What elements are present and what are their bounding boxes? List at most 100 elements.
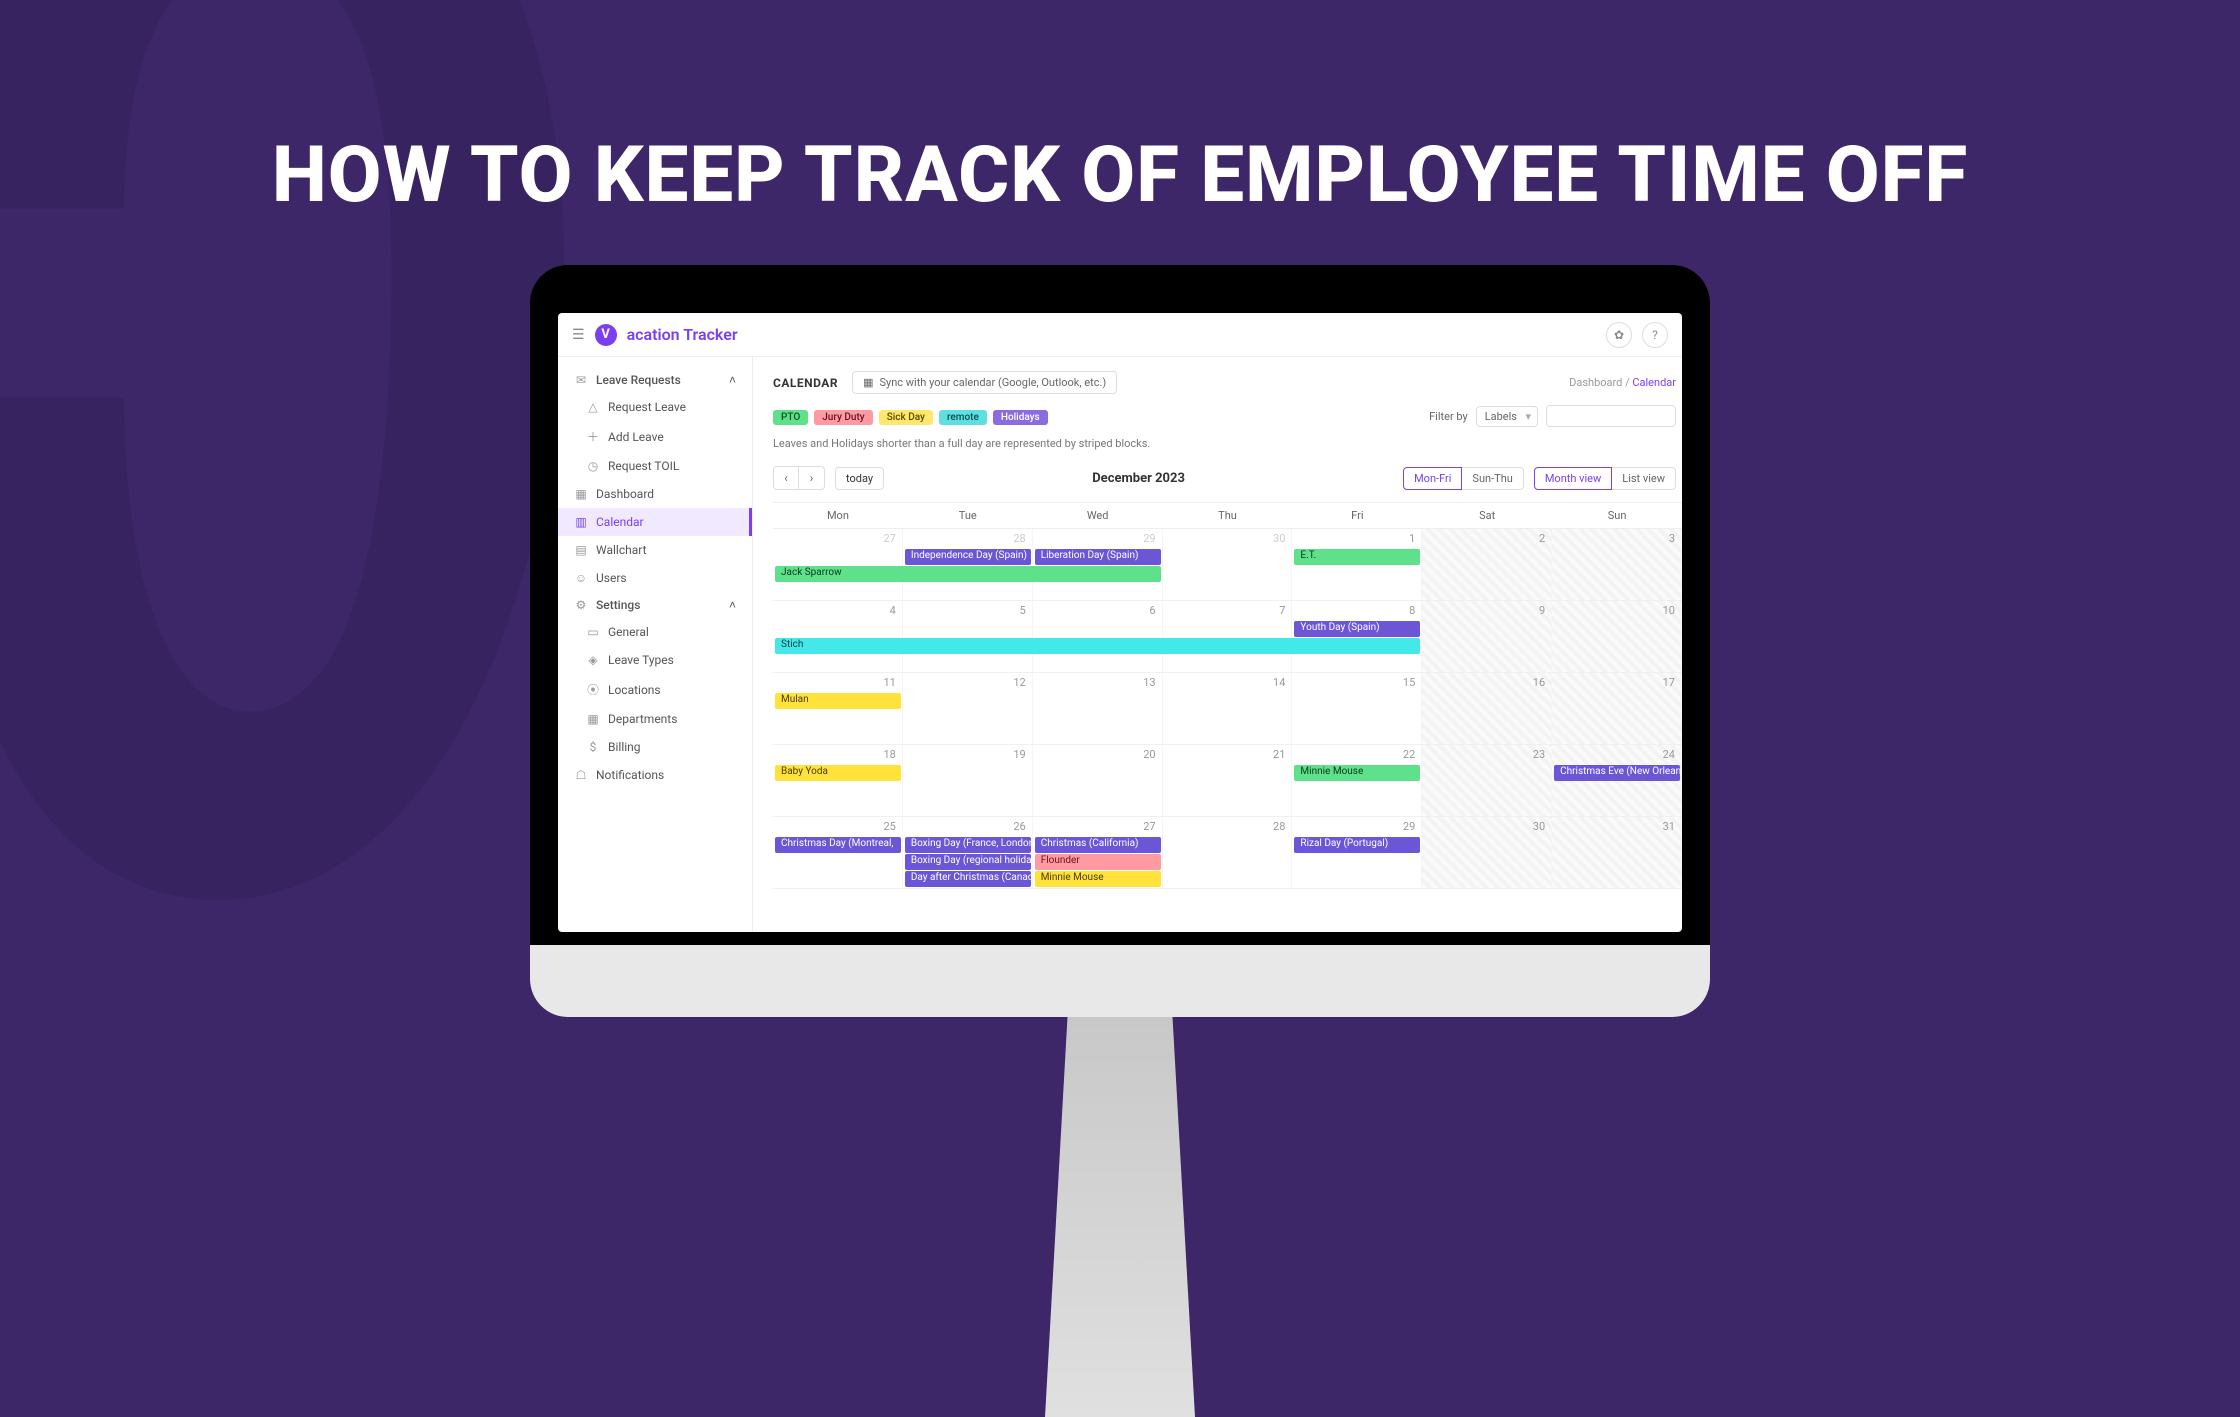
sidebar-item-wallchart[interactable]: ▤Wallchart (558, 536, 752, 564)
prev-month-button[interactable]: ‹ (773, 466, 799, 490)
doc-icon: ▭ (586, 625, 600, 639)
sidebar-section-leave-requests[interactable]: ✉Leave Requests ˄ (558, 367, 752, 393)
calendar-cell[interactable]: 27 (773, 529, 903, 600)
plus-icon: ＋ (586, 428, 600, 445)
sidebar-item-calendar[interactable]: ▥Calendar (558, 508, 752, 536)
calendar-event[interactable]: Christmas (California) (1035, 837, 1161, 853)
today-button[interactable]: today (835, 467, 884, 490)
day-number: 16 (1428, 676, 1545, 689)
calendar-event[interactable]: Youth Day (Spain) (1294, 621, 1420, 637)
calendar-event[interactable]: Christmas Eve (New Orleans) (1554, 765, 1680, 781)
dow-header: Fri (1292, 503, 1422, 529)
menu-toggle-icon[interactable]: ☰ (572, 327, 585, 343)
weekdays-monfri-button[interactable]: Mon-Fri (1403, 467, 1462, 490)
calendar-event[interactable]: Flounder (1035, 854, 1161, 870)
day-number: 30 (1169, 532, 1286, 545)
topbar: ☰ V acation Tracker ✿ ? (558, 313, 1682, 357)
calendar-cell[interactable]: 30 (1163, 529, 1293, 600)
building-icon: ▦ (586, 712, 600, 726)
calendar-event[interactable]: Boxing Day (regional holiday) (905, 854, 1031, 870)
sidebar-item-locations[interactable]: ⦿Locations (558, 674, 752, 705)
calendar-cell[interactable]: 13 (1033, 673, 1163, 744)
calendar-cell[interactable]: 31 (1552, 817, 1682, 888)
calendar-event[interactable]: Minnie Mouse (1035, 871, 1161, 887)
calendar-event[interactable]: Baby Yoda (775, 765, 901, 781)
calendar-cell[interactable]: 7 (1163, 601, 1293, 672)
filter-input[interactable] (1546, 405, 1676, 427)
calendar-cell[interactable]: 14 (1163, 673, 1293, 744)
calendar-event[interactable]: E.T. (1294, 549, 1420, 565)
calendar-event[interactable]: Independence Day (Spain) (905, 549, 1031, 565)
calendar-toolbar: ‹ › today December 2023 Mon-Fri Sun-Thu … (773, 466, 1682, 490)
month-view-button[interactable]: Month view (1534, 467, 1612, 490)
sidebar-item-notifications[interactable]: ☖Notifications (558, 761, 752, 789)
sidebar-item-dashboard[interactable]: ▦Dashboard (558, 480, 752, 508)
calendar-cell[interactable]: 12 (903, 673, 1033, 744)
sidebar-item-leave-types[interactable]: ◈Leave Types (558, 646, 752, 674)
sidebar-item-users[interactable]: ☺Users (558, 564, 752, 592)
calendar-cell[interactable]: 15 (1292, 673, 1422, 744)
help-icon[interactable]: ? (1642, 322, 1668, 348)
calendar-cell[interactable]: 17 (1552, 673, 1682, 744)
calendar-cell[interactable]: 5 (903, 601, 1033, 672)
calendar-event[interactable]: Rizal Day (Portugal) (1294, 837, 1420, 853)
calendar-cell[interactable]: 28 (1163, 817, 1293, 888)
share-icon[interactable]: ✿ (1606, 322, 1632, 348)
legend-remote[interactable]: remote (939, 410, 987, 425)
calendar-event[interactable]: Jack Sparrow (775, 566, 1161, 582)
calendar-cell[interactable]: 6 (1033, 601, 1163, 672)
legend-jury-duty[interactable]: Jury Duty (814, 410, 872, 425)
sync-calendar-button[interactable]: ▦Sync with your calendar (Google, Outloo… (852, 371, 1117, 394)
calendar-cell[interactable]: 23 (1422, 745, 1552, 816)
chart-icon: ▤ (574, 543, 588, 557)
sidebar-item-billing[interactable]: $Billing (558, 733, 752, 761)
day-number: 28 (1169, 820, 1286, 833)
calendar-event[interactable]: Mulan (775, 693, 901, 709)
chevron-up-icon: ˄ (729, 598, 736, 612)
day-number: 29 (1298, 820, 1415, 833)
calendar-cell[interactable]: 30 (1422, 817, 1552, 888)
day-number: 10 (1558, 604, 1675, 617)
sidebar-item-add-leave[interactable]: ＋Add Leave (558, 421, 752, 452)
weekdays-sunthu-button[interactable]: Sun-Thu (1462, 467, 1523, 490)
legend-sick-day[interactable]: Sick Day (879, 410, 933, 425)
calendar-event[interactable]: Liberation Day (Spain) (1035, 549, 1161, 565)
sidebar-item-departments[interactable]: ▦Departments (558, 705, 752, 733)
calendar-event[interactable]: Christmas Day (Montreal, (775, 837, 901, 853)
hero-title: HOW TO KEEP TRACK OF EMPLOYEE TIME OFF (0, 130, 2240, 221)
list-view-button[interactable]: List view (1612, 467, 1676, 490)
dow-header: Sat (1422, 503, 1552, 529)
calendar-event[interactable]: Boxing Day (France, London) (905, 837, 1031, 853)
calendar-cell[interactable]: 10 (1552, 601, 1682, 672)
calendar-event[interactable]: Minnie Mouse (1294, 765, 1420, 781)
calendar-cell[interactable]: 2 (1422, 529, 1552, 600)
calendar-event[interactable]: Day after Christmas (Canada) (905, 871, 1031, 887)
calendar-cell[interactable]: 16 (1422, 673, 1552, 744)
legend-pto[interactable]: PTO (773, 410, 808, 425)
calendar-note: Leaves and Holidays shorter than a full … (773, 437, 1682, 450)
day-number: 13 (1039, 676, 1156, 689)
chevron-up-icon: ˄ (729, 373, 736, 387)
calendar-cell[interactable]: 3 (1552, 529, 1682, 600)
day-number: 4 (779, 604, 896, 617)
next-month-button[interactable]: › (799, 466, 825, 490)
sidebar-item-request-leave[interactable]: △Request Leave (558, 393, 752, 421)
dow-header: Thu (1163, 503, 1293, 529)
current-month: December 2023 (884, 471, 1393, 486)
calendar-cell[interactable]: 4 (773, 601, 903, 672)
breadcrumb-dashboard[interactable]: Dashboard (1569, 376, 1622, 389)
calendar-cell[interactable]: 19 (903, 745, 1033, 816)
sidebar-item-general[interactable]: ▭General (558, 618, 752, 646)
day-number: 11 (779, 676, 896, 689)
day-number: 14 (1169, 676, 1286, 689)
calendar-event[interactable]: Stich (775, 638, 1420, 654)
filter-labels-select[interactable]: Labels (1476, 406, 1538, 427)
calendar-cell[interactable]: 21 (1163, 745, 1293, 816)
logo-icon: V (595, 324, 617, 346)
legend-holidays[interactable]: Holidays (993, 410, 1048, 425)
sidebar-section-settings[interactable]: ⚙Settings ˄ (558, 592, 752, 618)
sidebar-item-request-toil[interactable]: ◷Request TOIL (558, 452, 752, 480)
day-number: 23 (1428, 748, 1545, 761)
calendar-cell[interactable]: 20 (1033, 745, 1163, 816)
calendar-cell[interactable]: 9 (1422, 601, 1552, 672)
